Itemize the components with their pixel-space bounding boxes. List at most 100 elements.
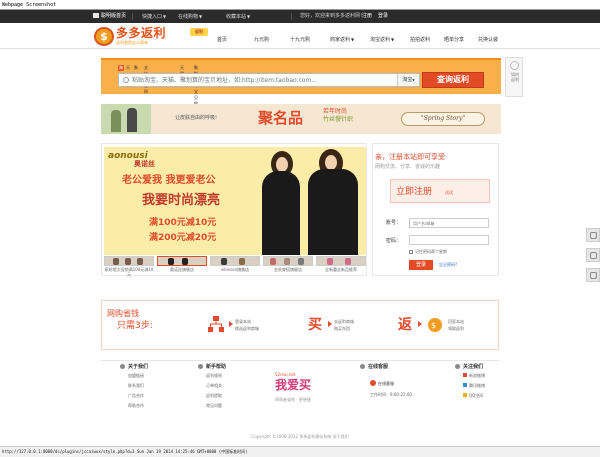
home-link[interactable]: 聪明版首页 [93,13,126,20]
nav-nine-yuan[interactable]: 九元购 [254,36,269,44]
account-input[interactable] [409,218,489,228]
banner-story: "Spring Story" [401,112,485,126]
follow-link-weibo[interactable]: 新浪微博 [463,371,485,381]
footer-link[interactable]: 常见问题 [206,401,226,411]
search-button[interactable]: 查询返利 [422,72,484,88]
follow-link-label: 新浪微博 [469,373,485,378]
model-face [276,157,288,172]
topbar-menu-shortcut[interactable]: 快捷入口▼ [142,13,166,21]
slide-line2: 我要时尚漂亮 [142,193,221,208]
thumb-caption: villeison旗舰店 [220,267,250,272]
model-figure [262,171,300,255]
step-arrow-icon [418,321,422,327]
footer-link[interactable]: 返利规则 [206,371,226,381]
follow-link-qzone[interactable]: QQ空间 [463,391,485,401]
topbar-menu-label: 在线购物 [178,14,199,20]
footer-brand-sub: 网购者省钱 · 更便捷 [275,397,311,402]
thumb-figure [298,258,304,265]
greeting-text: 您好，欢迎来到多多返利网！ [300,13,366,19]
nav-exchange[interactable]: 兑换认装 [478,36,498,44]
banner-model [127,108,137,132]
nav-nineteen-yuan[interactable]: 十九元购 [290,36,310,44]
how-to-rebate-float[interactable]: 如何返利 [505,57,523,97]
svg-text:买: 买 [308,317,322,333]
follow-link-label: QQ空间 [469,393,484,398]
search-site-select[interactable]: 淘宝▼ [397,74,419,86]
carousel-thumb-active[interactable] [157,256,207,266]
footer-link[interactable]: 加盟链接 [128,371,148,381]
work-hours: 工作时间：9:00-22:00 [370,392,412,397]
footer-heading-label: 在线客服 [368,364,389,370]
topbar-menu-favorite[interactable]: 收藏本站▼ [226,13,250,21]
nav-home[interactable]: 首页 [217,36,227,44]
thumb-figure [221,258,227,265]
nav-taobao-rebate[interactable]: 淘宝返利▼ [370,36,394,44]
side-tool-button[interactable] [586,248,600,262]
caret-down-icon: ▼ [163,14,167,19]
banner-image [101,104,151,134]
forgot-password-link[interactable]: 忘记密码? [439,262,457,267]
footer-heading: 新手帮助 [198,364,226,371]
chat-icon [590,252,597,259]
carousel-thumb[interactable] [210,256,260,266]
password-input[interactable] [409,235,489,245]
footer-about: 关于我们 加盟链接 联系我们 广告合作 帮助合作 [120,364,148,411]
caret-down-icon: ▼ [247,14,251,19]
logo-mark-icon: $ [94,27,114,46]
top-bar: 聪明版首页 快捷入口▼ 在线购物▼ 收藏本站▼ 您好，欢迎来到多多返利网！ 注册… [0,10,600,23]
remember-checkbox[interactable] [409,250,413,254]
search-site-value: 淘宝 [402,77,413,83]
nav-merchant-rebate[interactable]: 商家返利▼ [330,36,354,44]
steps-subtitle: 只需3步: [117,321,153,331]
tmall-icon: 天 [126,65,130,70]
footer-link[interactable]: 帮助合作 [128,401,148,411]
footer-link[interactable]: 广告合作 [128,391,148,401]
money-bag-icon: $ [428,318,442,332]
rebate-icon: 返 [398,316,412,333]
slide-coupon2: 满200元减20元 [149,233,217,243]
side-tool-button[interactable] [586,228,600,242]
banner-headline: 聚名品 [258,109,304,127]
share-icon [590,232,597,239]
side-tool-button[interactable] [586,268,600,282]
footer-link[interactable]: 返利提取 [206,391,226,401]
login-link[interactable]: 登录 [378,13,388,20]
thumb-figure [284,258,290,265]
register-link[interactable]: 注册 [362,13,372,20]
status-bar: http://127.0.0.1:8080/dc/plugins/jccaiwu… [0,446,600,457]
account-label: 账号： [386,220,402,226]
login-button[interactable]: 登录 [409,260,433,270]
footer-brand-slogan: 我爱买 [275,378,312,392]
thumb-caption: 家纺馆大促销满100元减10元 [104,267,154,277]
juhuasuan-icon: 聚 [134,65,138,70]
nav-share[interactable]: 晒单分享 [444,36,464,44]
model-face [325,155,337,170]
carousel-slide[interactable]: aonousi 奥诺丝 老公爱我 我更爱老公 我要时尚漂亮 满100元减10元 … [104,147,366,255]
carousel-thumb[interactable] [263,256,313,266]
register-now-button[interactable]: 立即注册 试试 [390,179,490,203]
footer-link[interactable]: 订单相关 [206,381,226,391]
qq-service-button[interactable]: 在线客服 [370,380,400,388]
site-logo[interactable]: $ 多多返利 返利就是这么简单 返利 [94,26,214,47]
follow-link-label: 腾讯微博 [469,383,485,388]
step-arrow-icon [328,321,332,327]
footer-link[interactable]: 联系我们 [128,381,148,391]
step1-line1: 登录本站 [235,319,251,324]
promo-banner[interactable]: 让皮肤自由的呼吸! 聚名品 若年时尚 竹丝慢针织 "Spring Story" [101,104,501,134]
banner-slogan: 让皮肤自由的呼吸! [175,115,218,121]
screenshot-caption: Webpage Screenshot [2,2,57,8]
follow-link-tencent[interactable]: 腾讯微博 [463,381,485,391]
footer-heading: 关注我们 [455,364,485,371]
topbar-divider [291,13,292,20]
nav-paipai-rebate[interactable]: 拍拍返利 [410,36,430,44]
topbar-menu-shopping[interactable]: 在线购物▼ [178,13,202,21]
login-panel: 亲，注册本站即可享受 网购交流、分享、省钱的乐趣 立即注册 试试 账号： 密码：… [372,143,499,276]
caret-down-icon: ▼ [351,37,355,42]
thumb-figure [168,258,174,265]
thumb-figure [182,258,188,265]
search-input[interactable] [132,75,392,85]
qq-service-label: 在线客服 [378,381,394,386]
footer-heading-label: 关于我们 [128,364,149,370]
carousel-thumb[interactable] [316,256,366,266]
carousel-thumb[interactable] [104,256,154,266]
